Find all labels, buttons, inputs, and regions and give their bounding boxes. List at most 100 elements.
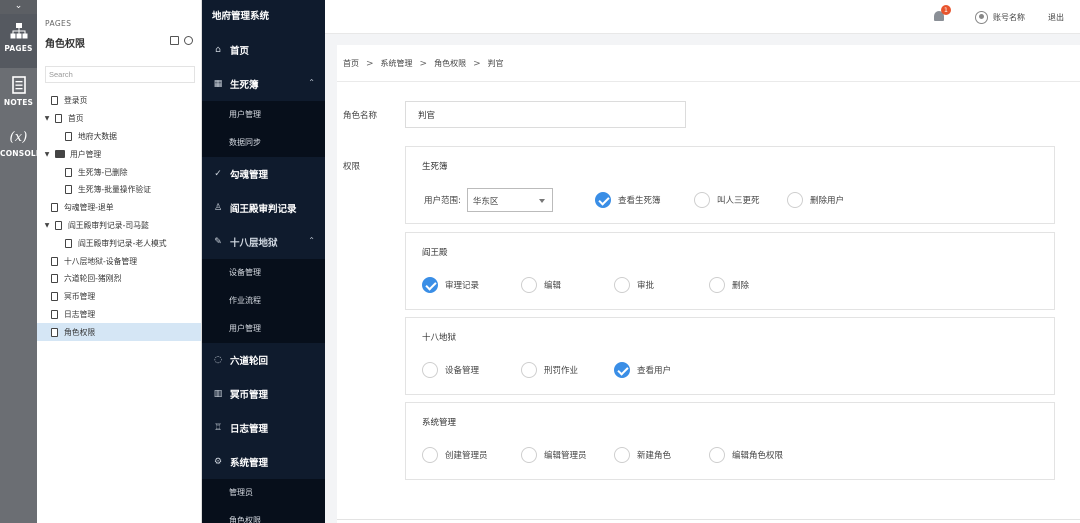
sidebar-submenu-item[interactable]: 角色权限 bbox=[202, 507, 325, 523]
sitemap-icon bbox=[10, 23, 27, 39]
brand-title: 地府管理系统 bbox=[212, 11, 270, 22]
breadcrumb-separator-icon: > bbox=[419, 58, 428, 69]
sidebar-submenu-item[interactable]: 数据同步 bbox=[202, 129, 325, 157]
breadcrumb-item[interactable]: 系统管理 bbox=[381, 58, 413, 69]
perm-option-label: 查看用户 bbox=[637, 366, 672, 376]
perm-option[interactable]: 删除 bbox=[709, 277, 749, 293]
export-icon[interactable] bbox=[170, 36, 179, 45]
page-tree-item[interactable]: 十八层地狱-设备管理 bbox=[37, 252, 201, 270]
page-tree-item[interactable]: 地府大数据 bbox=[37, 128, 201, 146]
page-tree-item[interactable]: 六道轮回-猪刚烈 bbox=[37, 270, 201, 288]
perm-option[interactable]: 编辑 bbox=[521, 277, 561, 293]
role-name-input[interactable]: 判官 bbox=[405, 101, 686, 128]
pages-search-input[interactable]: Search bbox=[45, 66, 195, 83]
page-tree-item[interactable]: ▼ 首页 bbox=[37, 110, 201, 128]
page-tree-item[interactable]: 角色权限 bbox=[37, 323, 201, 342]
page-icon bbox=[51, 327, 58, 337]
logout-link[interactable]: 退出 bbox=[1048, 12, 1064, 23]
main-content: 首页 > 系统管理 > 角色权限 > 判官 角色名称 判官 权限 生死簿 用户范围: 华东区… bbox=[337, 45, 1080, 523]
circle-icon bbox=[614, 277, 630, 293]
page-tree-label: 阎王殿审判记录-司马懿 bbox=[68, 220, 149, 230]
avatar-icon bbox=[975, 11, 988, 24]
pages-panel: PAGES 角色权限 Search 登录页 ▼ 首页 地府大数据 ▼ 用户管理 生死簿-已删… bbox=[37, 0, 202, 523]
sidebar-menu-item[interactable]: ⌂ 首页 bbox=[202, 33, 325, 67]
console-tool[interactable]: (x) CONSOLE bbox=[0, 122, 41, 176]
page-icon bbox=[51, 203, 58, 213]
menu-item-label: 六道轮回 bbox=[230, 356, 269, 367]
search-toggle-icon[interactable] bbox=[184, 36, 193, 45]
page-tree-item[interactable]: 勾魂管理-退单 bbox=[37, 199, 201, 217]
notification-bell[interactable]: 1 bbox=[933, 5, 951, 24]
perm-option[interactable]: 审批 bbox=[614, 277, 654, 293]
sidebar-menu-item[interactable]: ✓ 勾魂管理 bbox=[202, 157, 325, 191]
perm-option[interactable]: 查看用户 bbox=[614, 362, 671, 378]
expand-caret-icon[interactable]: ▼ bbox=[43, 151, 51, 158]
account-menu[interactable]: 账号名称 bbox=[975, 11, 1025, 24]
expand-caret-icon[interactable]: ▼ bbox=[43, 115, 51, 122]
pages-tool[interactable]: PAGES bbox=[0, 14, 37, 68]
sidebar-submenu-item[interactable]: 用户管理 bbox=[202, 315, 325, 343]
sidebar-submenu: 管理员 角色权限 bbox=[202, 479, 325, 523]
page-tree-label: 用户管理 bbox=[70, 149, 102, 159]
perm-group-title: 十八地狱 bbox=[422, 333, 457, 343]
menu-item-label: 系统管理 bbox=[230, 458, 269, 469]
page-tree-item[interactable]: 登录页 bbox=[37, 92, 201, 110]
perm-option[interactable]: 刑罚作业 bbox=[521, 362, 578, 378]
sidebar-submenu-item[interactable]: 用户管理 bbox=[202, 101, 325, 129]
user-scope-select[interactable]: 华东区 bbox=[466, 188, 553, 212]
perm-option[interactable]: 查看生死簿 bbox=[595, 192, 661, 208]
sidebar-submenu-item[interactable]: 设备管理 bbox=[202, 259, 325, 287]
sidebar-menu-item[interactable]: ▥ 冥币管理 bbox=[202, 377, 325, 411]
page-tree-item[interactable]: 冥币管理 bbox=[37, 288, 201, 306]
menu-item-label: 勾魂管理 bbox=[230, 170, 269, 181]
sidebar-submenu-item[interactable]: 管理员 bbox=[202, 479, 325, 507]
breadcrumb-item: 判官 bbox=[487, 59, 504, 68]
perm-group-title: 生死簿 bbox=[422, 162, 448, 172]
app-sidebar: 地府管理系统 ⌂ 首页 ▦ 生死簿 ⌃ 用户管理 数据同步 ✓ 勾魂管理 ♙ 阎王殿审判记录 ✎ 十八层… bbox=[202, 0, 325, 523]
perm-option[interactable]: 新建角色 bbox=[614, 447, 671, 463]
page-tree-label: 生死簿-批量操作验证 bbox=[78, 185, 151, 195]
page-tree-item[interactable]: 日志管理 bbox=[37, 306, 201, 324]
sidebar-menu-item[interactable]: ✎ 十八层地狱 ⌃ bbox=[202, 225, 325, 259]
page-tree-item[interactable]: 阎王殿审判记录-老人模式 bbox=[37, 234, 201, 252]
page-icon bbox=[55, 114, 62, 124]
account-name: 账号名称 bbox=[993, 13, 1025, 22]
menu-item-icon: ♙ bbox=[213, 203, 223, 213]
pages-tree: 登录页 ▼ 首页 地府大数据 ▼ 用户管理生死簿-已删除生死簿-批量操作验证勾魂管理-退单… bbox=[37, 92, 201, 342]
circle-icon bbox=[521, 362, 537, 378]
breadcrumb-item[interactable]: 角色权限 bbox=[434, 58, 466, 69]
sidebar-menu-item[interactable]: ♙ 阎王殿审判记录 bbox=[202, 191, 325, 225]
notes-icon bbox=[11, 76, 26, 94]
sidebar-menu-item[interactable]: ▦ 生死簿 ⌃ bbox=[202, 67, 325, 101]
perm-option-label: 审批 bbox=[637, 281, 655, 291]
page-tree-item[interactable]: 生死簿-批量操作验证 bbox=[37, 181, 201, 199]
perm-option[interactable]: 删除用户 bbox=[787, 192, 844, 208]
perm-option-label: 编辑 bbox=[544, 281, 562, 291]
collapse-chevron-icon[interactable]: ⌄ bbox=[0, 0, 37, 14]
pages-panel-actions bbox=[170, 36, 193, 45]
page-tree-label: 生死簿-已删除 bbox=[78, 167, 128, 177]
sidebar-menu-item[interactable]: ⚙ 系统管理 bbox=[202, 445, 325, 479]
page-tree-item[interactable]: 生死簿-已删除 bbox=[37, 163, 201, 181]
breadcrumb-item[interactable]: 首页 bbox=[343, 58, 359, 69]
page-tree-item[interactable]: ▼ 用户管理 bbox=[37, 145, 201, 163]
content-bottom-divider bbox=[337, 519, 1080, 520]
page-icon bbox=[65, 238, 72, 248]
perm-option[interactable]: 设备管理 bbox=[422, 362, 479, 378]
perm-option[interactable]: 叫人三更死 bbox=[694, 192, 760, 208]
circle-icon bbox=[709, 277, 725, 293]
perm-option[interactable]: 编辑管理员 bbox=[521, 447, 587, 463]
circle-icon bbox=[709, 447, 725, 463]
perm-option[interactable]: 创建管理员 bbox=[422, 447, 488, 463]
variable-icon: (x) bbox=[9, 130, 28, 145]
perm-option[interactable]: 编辑角色权限 bbox=[709, 447, 783, 463]
expand-caret-icon[interactable]: ▼ bbox=[43, 222, 51, 229]
perm-option[interactable]: 审理记录 bbox=[422, 277, 479, 293]
sidebar-menu-item[interactable]: ♖ 日志管理 bbox=[202, 411, 325, 445]
sidebar-menu-item[interactable]: ◌ 六道轮回 bbox=[202, 343, 325, 377]
notes-tool[interactable]: NOTES bbox=[0, 68, 37, 122]
sidebar-submenu-item[interactable]: 作业流程 bbox=[202, 287, 325, 315]
breadcrumb: 首页 > 系统管理 > 角色权限 > 判官 bbox=[343, 58, 504, 69]
page-tree-item[interactable]: ▼ 阎王殿审判记录-司马懿 bbox=[37, 217, 201, 235]
top-header: 1 账号名称 退出 bbox=[325, 0, 1080, 34]
